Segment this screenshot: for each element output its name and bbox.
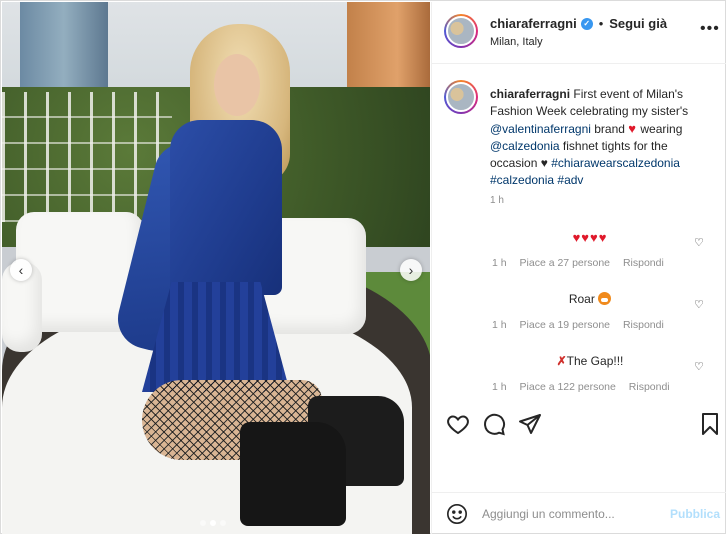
- black-heart-emoji-icon: ♥: [540, 156, 548, 170]
- carousel-indicator: [200, 520, 226, 526]
- publish-button[interactable]: Pubblica: [670, 507, 720, 521]
- comment-text: ♥♥♥♥: [490, 230, 690, 245]
- caption-username[interactable]: chiaraferragni: [490, 87, 570, 101]
- caption-mention[interactable]: @calzedonia: [490, 139, 560, 153]
- comment-text-hearts: ♥♥♥♥: [572, 230, 608, 245]
- heart-emoji-icon: ♥: [628, 121, 638, 136]
- reply-button[interactable]: Rispondi: [623, 319, 664, 331]
- caption-hashtag[interactable]: #chiarawearscalzedonia: [551, 156, 680, 170]
- comment-text: ✗The Gap!!!: [490, 354, 690, 368]
- carousel-prev-button[interactable]: ‹: [10, 259, 32, 281]
- chevron-right-icon: ›: [408, 262, 414, 278]
- photo-building-right: [347, 2, 430, 97]
- comment-time[interactable]: 1 h: [492, 319, 507, 331]
- share-icon[interactable]: [518, 412, 542, 436]
- comment-time[interactable]: 1 h: [492, 257, 507, 269]
- caption-hashtag[interactable]: #adv: [557, 173, 583, 187]
- comment-icon[interactable]: [482, 412, 506, 436]
- carousel-dot: [200, 520, 206, 526]
- emoji-icon[interactable]: [446, 503, 468, 525]
- caption-timestamp[interactable]: 1 h: [490, 195, 504, 206]
- comment-input[interactable]: [482, 504, 668, 524]
- like-comment-icon[interactable]: ♡: [694, 360, 704, 373]
- comment-text-body: The Gap!!!: [566, 354, 624, 368]
- comment-text-body: Roar: [568, 292, 595, 306]
- more-options-icon[interactable]: •••: [700, 21, 720, 37]
- caption-mention[interactable]: @valentinaferragni: [490, 122, 591, 136]
- post-caption: chiaraferragni First event of Milan's Fa…: [490, 86, 715, 189]
- header-user-line: chiaraferragni ✓ • Segui già: [490, 16, 667, 31]
- avatar[interactable]: [444, 80, 478, 114]
- comment-meta: 1 h Piace a 19 persone Rispondi: [492, 319, 674, 331]
- caption-text: brand: [594, 122, 625, 136]
- chevron-left-icon: ‹: [18, 262, 24, 278]
- post-actions: [432, 402, 726, 442]
- carousel-next-button[interactable]: ›: [400, 259, 422, 281]
- bookmark-icon[interactable]: [698, 412, 722, 436]
- like-comment-icon[interactable]: ♡: [694, 236, 704, 249]
- caption-hashtag[interactable]: #calzedonia: [490, 173, 554, 187]
- comments-area: chiaraferragni First event of Milan's Fa…: [432, 64, 726, 398]
- post-side-panel: chiaraferragni ✓ • Segui già Milan, Ital…: [431, 2, 726, 534]
- cross-emoji-icon: ✗: [556, 354, 567, 368]
- username-link[interactable]: chiaraferragni: [490, 16, 577, 31]
- carousel-dot-active: [210, 520, 216, 526]
- comment-likes[interactable]: Piace a 19 persone: [520, 319, 610, 331]
- heart-icon[interactable]: [446, 412, 470, 436]
- comment-likes[interactable]: Piace a 122 persone: [520, 381, 616, 393]
- like-comment-icon[interactable]: ♡: [694, 298, 704, 311]
- tiger-emoji-icon: [598, 292, 612, 305]
- verified-badge-icon: ✓: [580, 17, 593, 30]
- reply-button[interactable]: Rispondi: [623, 257, 664, 269]
- photo-person-face: [214, 54, 260, 116]
- post-header: chiaraferragni ✓ • Segui già Milan, Ital…: [432, 2, 726, 64]
- comment-text: Roar: [490, 292, 690, 306]
- post-photo[interactable]: ‹ ›: [2, 2, 430, 534]
- location-link[interactable]: Milan, Italy: [490, 36, 543, 48]
- comment-composer: Pubblica: [432, 492, 726, 534]
- avatar[interactable]: [444, 14, 478, 48]
- following-button[interactable]: Segui già: [609, 16, 667, 31]
- comment-meta: 1 h Piace a 122 persone Rispondi: [492, 381, 680, 393]
- photo-person-jacket: [170, 120, 282, 295]
- post-modal: ‹ › chiaraferragni ✓ • Segui già Milan, …: [0, 0, 726, 534]
- caption-text: wearing: [640, 122, 683, 136]
- separator: •: [598, 16, 604, 31]
- reply-button[interactable]: Rispondi: [629, 381, 670, 393]
- comment-likes[interactable]: Piace a 27 persone: [520, 257, 610, 269]
- comment-meta: 1 h Piace a 27 persone Rispondi: [492, 257, 674, 269]
- photo-person-boot: [240, 422, 346, 526]
- carousel-dot: [220, 520, 226, 526]
- comment-time[interactable]: 1 h: [492, 381, 507, 393]
